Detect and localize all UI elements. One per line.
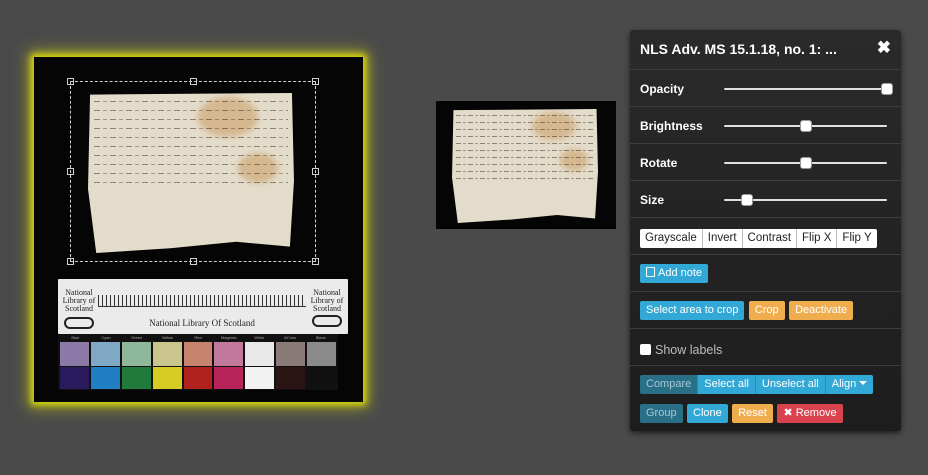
- crop-selection-box[interactable]: [67, 78, 319, 265]
- color-swatch: [245, 367, 275, 389]
- caret-down-icon: [859, 381, 868, 385]
- image-control-panel: NLS Adv. MS 15.1.18, no. 1: ... ✖ Opacit…: [630, 30, 901, 431]
- show-labels-checkbox[interactable]: [640, 344, 651, 356]
- color-swatch: [276, 342, 306, 366]
- opacity-slider[interactable]: [724, 83, 893, 95]
- color-card-label: Magenta: [220, 335, 237, 340]
- remove-label: Remove: [795, 407, 837, 419]
- color-swatch: [121, 342, 151, 366]
- invert-button[interactable]: Invert: [703, 229, 743, 248]
- remove-icon: ✖: [783, 407, 793, 419]
- rotate-slider-knob[interactable]: [799, 157, 812, 169]
- contrast-button[interactable]: Contrast: [743, 229, 798, 248]
- color-card-label: 3/Color: [283, 335, 297, 340]
- color-swatch: [90, 342, 120, 366]
- color-card-label: Blue: [71, 335, 80, 340]
- brightness-row: Brightness: [630, 107, 901, 144]
- color-swatch: [183, 367, 213, 389]
- color-card-label: Red: [194, 335, 202, 340]
- brightness-label: Brightness: [640, 119, 703, 133]
- brightness-slider[interactable]: [724, 120, 887, 132]
- color-swatch: [214, 367, 244, 389]
- unselect-all-button[interactable]: Unselect all: [754, 375, 825, 394]
- crop-handle-mr[interactable]: [312, 168, 319, 175]
- color-swatch: [60, 367, 89, 389]
- ruler-title: National Library Of Scotland: [149, 318, 255, 328]
- filter-button-group: Grayscale Invert Contrast Flip X Flip Y: [640, 229, 877, 248]
- panel-title: NLS Adv. MS 15.1.18, no. 1: ...: [640, 41, 837, 57]
- library-logo-right: National Library of Scotland: [310, 288, 344, 313]
- ruler-scale: [98, 295, 306, 307]
- scale-ruler-card: National Library of Scotland National Li…: [58, 279, 348, 334]
- color-swatch: [307, 342, 337, 366]
- select-area-to-crop-button[interactable]: Select area to crop: [640, 301, 745, 320]
- crop-handle-tl[interactable]: [67, 78, 74, 85]
- group-button[interactable]: Group: [640, 404, 683, 423]
- size-slider[interactable]: [724, 194, 887, 206]
- rotate-slider[interactable]: [724, 157, 887, 169]
- crop-handle-bm[interactable]: [190, 258, 197, 265]
- color-card-label: Yellow: [161, 335, 174, 340]
- color-calibration-card: Blue Cyan Green Yellow Red Magenta White 3/Colo…: [58, 334, 338, 390]
- clone-button[interactable]: Clone: [687, 404, 728, 423]
- note-row: Add note: [630, 255, 901, 292]
- color-swatch: [152, 367, 182, 389]
- color-card-label: Green: [131, 335, 143, 340]
- panel-header: NLS Adv. MS 15.1.18, no. 1: ... ✖: [630, 30, 901, 70]
- color-swatch: [60, 342, 89, 366]
- add-note-label: Add note: [658, 267, 703, 279]
- crop-button[interactable]: Crop: [748, 301, 785, 320]
- crop-handle-tr[interactable]: [312, 78, 319, 85]
- color-swatch: [152, 342, 182, 366]
- size-slider-knob[interactable]: [740, 194, 753, 206]
- align-label: Align: [831, 378, 857, 390]
- knot-logo-left: [64, 317, 94, 329]
- grayscale-button[interactable]: Grayscale: [640, 229, 703, 248]
- color-card-label: Black: [315, 335, 326, 340]
- crop-handle-br[interactable]: [312, 258, 319, 265]
- add-note-button[interactable]: Add note: [640, 264, 709, 283]
- note-icon: [646, 267, 655, 277]
- rotate-row: Rotate: [630, 144, 901, 181]
- color-swatch: [183, 342, 213, 366]
- rotate-label: Rotate: [640, 156, 678, 170]
- color-swatch: [245, 342, 275, 366]
- compare-button-group: Compare Select all Unselect all Align: [640, 375, 874, 394]
- flip-y-button[interactable]: Flip Y: [837, 229, 876, 248]
- brightness-slider-knob[interactable]: [799, 120, 812, 132]
- crop-handle-bl[interactable]: [67, 258, 74, 265]
- size-label: Size: [640, 193, 665, 207]
- filters-row: Grayscale Invert Contrast Flip X Flip Y: [630, 218, 901, 255]
- remove-button[interactable]: ✖ Remove: [777, 404, 843, 423]
- color-card-label: Cyan: [101, 335, 111, 340]
- select-all-button[interactable]: Select all: [697, 375, 755, 394]
- library-logo-left: National Library of Scotland: [62, 288, 96, 313]
- opacity-slider-knob[interactable]: [881, 83, 893, 95]
- align-dropdown[interactable]: Align: [824, 375, 874, 394]
- image-thumbnail[interactable]: [436, 101, 616, 229]
- crop-handle-tm[interactable]: [190, 78, 197, 85]
- color-swatch: [276, 367, 306, 389]
- manuscript-thumbnail: [452, 109, 598, 223]
- knot-logo-right: [312, 315, 342, 327]
- opacity-row: Opacity: [630, 70, 901, 107]
- crop-handle-ml[interactable]: [67, 168, 74, 175]
- deactivate-button[interactable]: Deactivate: [789, 301, 854, 320]
- selected-image[interactable]: National Library of Scotland National Li…: [34, 57, 363, 402]
- close-icon[interactable]: ✖: [877, 39, 891, 56]
- actions-area: Compare Select all Unselect all Align Gr…: [630, 366, 901, 423]
- color-card-label: White: [254, 335, 265, 340]
- labels-row: Show labels: [630, 329, 901, 366]
- color-swatch: [90, 367, 120, 389]
- opacity-label: Opacity: [640, 82, 685, 96]
- show-labels-label: Show labels: [655, 342, 723, 357]
- color-swatch: [121, 367, 151, 389]
- reset-button[interactable]: Reset: [732, 404, 773, 423]
- color-swatch: [307, 367, 337, 389]
- color-swatch: [214, 342, 244, 366]
- compare-button[interactable]: Compare: [640, 375, 698, 394]
- size-row: Size: [630, 181, 901, 218]
- crop-row: Select area to crop Crop Deactivate: [630, 292, 901, 329]
- flip-x-button[interactable]: Flip X: [797, 229, 838, 248]
